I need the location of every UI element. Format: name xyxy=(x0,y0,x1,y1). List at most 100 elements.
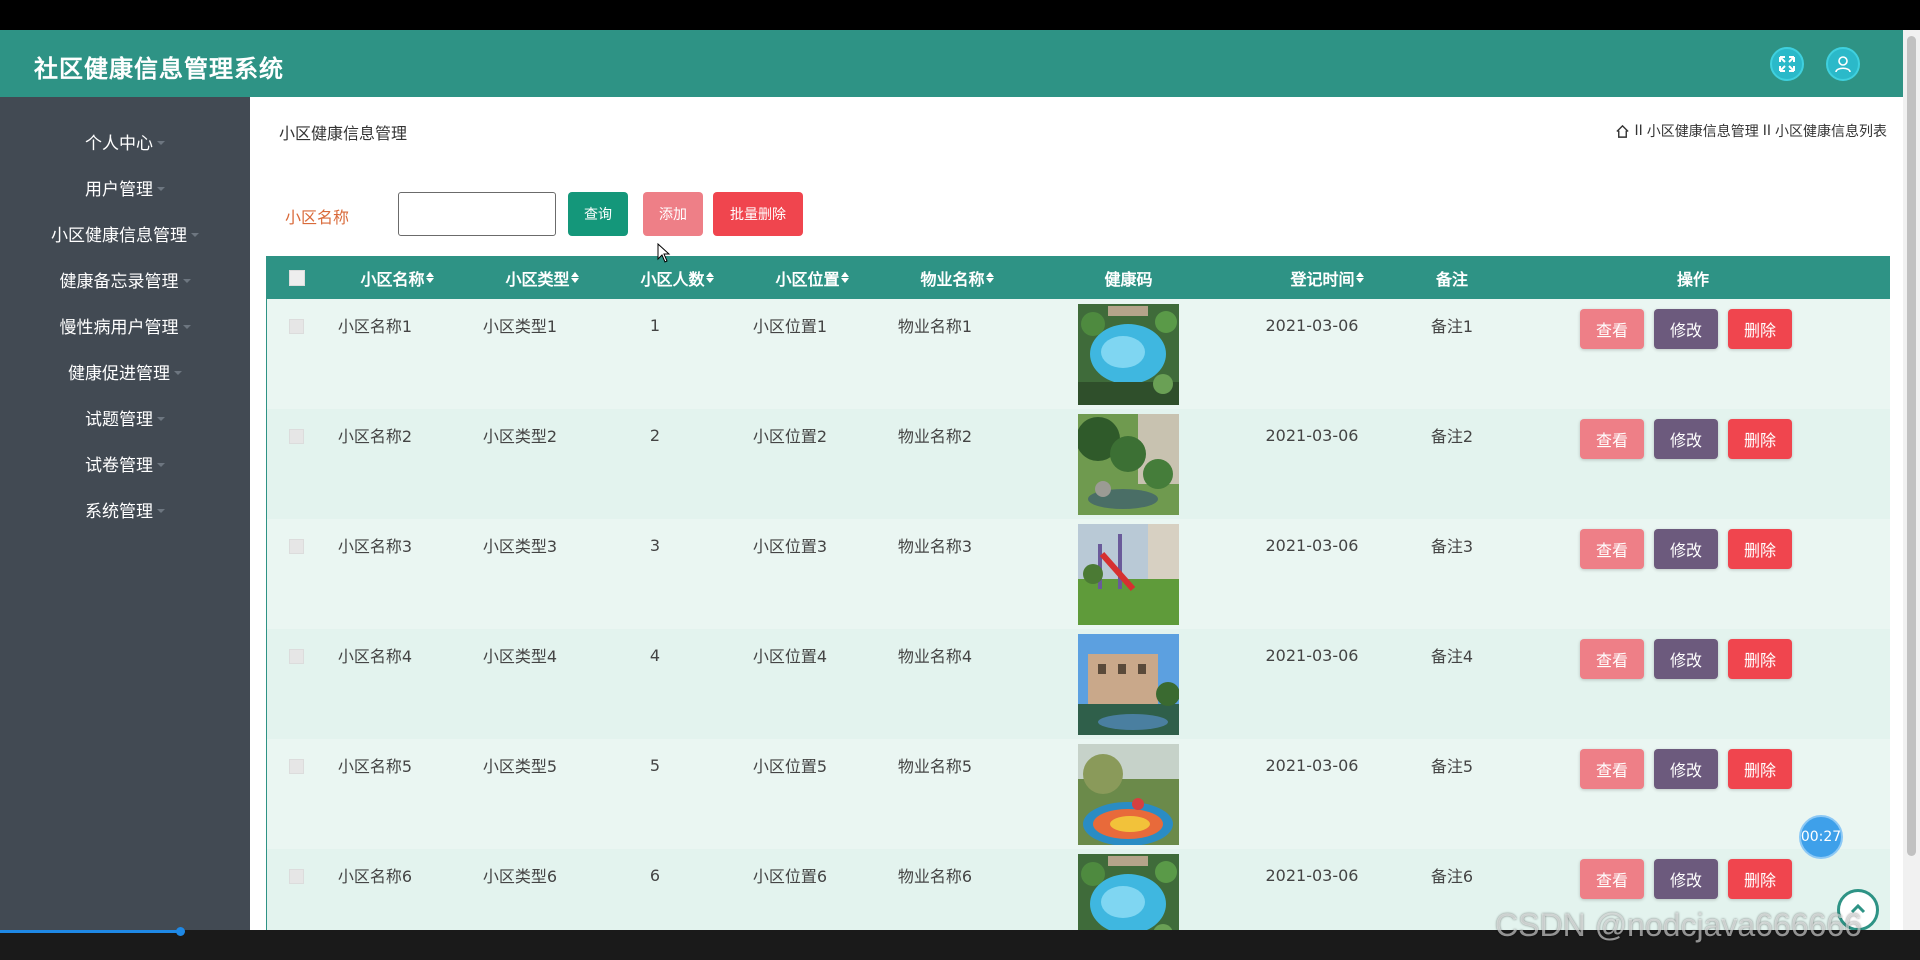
cell-type: 小区类型3 xyxy=(482,537,558,556)
cell-location: 小区位置1 xyxy=(752,317,828,336)
row-checkbox[interactable] xyxy=(289,869,304,884)
column-header-type[interactable]: 小区类型 xyxy=(492,256,592,299)
row-checkbox[interactable] xyxy=(289,539,304,554)
column-header-name[interactable]: 小区名称 xyxy=(347,256,447,299)
column-header-property[interactable]: 物业名称 xyxy=(907,256,1007,299)
edit-button[interactable]: 修改 xyxy=(1654,639,1718,679)
view-button[interactable]: 查看 xyxy=(1580,749,1644,789)
edit-button[interactable]: 修改 xyxy=(1654,309,1718,349)
add-button[interactable]: 添加 xyxy=(643,192,703,236)
sidebar-item-personal-center[interactable]: 个人中心 xyxy=(0,121,250,161)
edit-button[interactable]: 修改 xyxy=(1654,859,1718,899)
cell-count: 4 xyxy=(649,645,661,665)
view-button[interactable]: 查看 xyxy=(1580,639,1644,679)
breadcrumb-separator: II xyxy=(1762,123,1771,139)
cell-date: 2021-03-06 xyxy=(1265,645,1359,665)
sidebar-item-community-health[interactable]: 小区健康信息管理 xyxy=(0,213,250,253)
home-icon[interactable] xyxy=(1615,124,1630,139)
cell-location: 小区位置3 xyxy=(752,537,828,556)
cell-note: 备注4 xyxy=(1430,647,1474,666)
cell-count: 6 xyxy=(649,865,661,885)
fullscreen-icon xyxy=(1779,56,1795,72)
sidebar-item-health-promotion[interactable]: 健康促进管理 xyxy=(0,351,250,391)
batch-delete-button[interactable]: 批量删除 xyxy=(713,192,803,236)
view-button[interactable]: 查看 xyxy=(1580,309,1644,349)
sort-icon xyxy=(1355,272,1364,283)
fullscreen-button[interactable] xyxy=(1770,47,1804,81)
view-button[interactable]: 查看 xyxy=(1580,419,1644,459)
health-code-image[interactable] xyxy=(1078,634,1179,735)
sidebar-item-label: 试题管理 xyxy=(85,409,153,430)
health-code-image[interactable] xyxy=(1078,854,1179,930)
column-header-note: 备注 xyxy=(1435,269,1468,289)
user-menu-button[interactable] xyxy=(1826,47,1860,81)
delete-button[interactable]: 删除 xyxy=(1728,419,1792,459)
health-code-image[interactable] xyxy=(1078,524,1179,625)
sidebar-item-system[interactable]: 系统管理 xyxy=(0,489,250,529)
column-header-date[interactable]: 登记时间 xyxy=(1257,256,1397,299)
delete-button[interactable]: 删除 xyxy=(1728,529,1792,569)
column-header-count[interactable]: 小区人数 xyxy=(627,256,727,299)
delete-button[interactable]: 删除 xyxy=(1728,859,1792,899)
cell-property: 物业名称2 xyxy=(897,427,973,446)
health-code-image[interactable] xyxy=(1078,304,1179,405)
caret-down-icon xyxy=(157,462,165,467)
table-row: 小区名称1 小区类型1 1 小区位置1 物业名称1 2021-03-06 备注1 查看 修改 删除 xyxy=(267,299,1890,409)
app-header: 社区健康信息管理系统 xyxy=(0,30,1903,97)
edit-button[interactable]: 修改 xyxy=(1654,529,1718,569)
cell-type: 小区类型6 xyxy=(482,867,558,886)
sort-icon xyxy=(985,272,994,283)
community-name-search-input[interactable] xyxy=(398,192,556,236)
app-title: 社区健康信息管理系统 xyxy=(34,55,284,83)
delete-button[interactable]: 删除 xyxy=(1728,639,1792,679)
health-code-image[interactable] xyxy=(1078,414,1179,515)
health-code-image[interactable] xyxy=(1078,744,1179,845)
edit-button[interactable]: 修改 xyxy=(1654,419,1718,459)
caret-down-icon xyxy=(174,370,182,375)
sidebar-item-questions[interactable]: 试题管理 xyxy=(0,397,250,437)
query-button[interactable]: 查询 xyxy=(568,192,628,236)
view-button[interactable]: 查看 xyxy=(1580,859,1644,899)
cell-property: 物业名称4 xyxy=(897,647,973,666)
sidebar-item-health-memo[interactable]: 健康备忘录管理 xyxy=(0,259,250,299)
main-content: 小区健康信息管理 II 小区健康信息管理 II 小区健康信息列表 小区名称 查询… xyxy=(250,97,1903,930)
progress-handle[interactable] xyxy=(176,927,185,936)
caret-down-icon xyxy=(157,186,165,191)
edit-button[interactable]: 修改 xyxy=(1654,749,1718,789)
cell-type: 小区类型1 xyxy=(482,317,558,336)
view-button[interactable]: 查看 xyxy=(1580,529,1644,569)
cell-note: 备注1 xyxy=(1430,317,1474,336)
breadcrumb-level1[interactable]: 小区健康信息管理 xyxy=(1647,121,1759,141)
delete-button[interactable]: 删除 xyxy=(1728,749,1792,789)
column-header-location[interactable]: 小区位置 xyxy=(762,256,862,299)
sidebar-item-label: 健康备忘录管理 xyxy=(59,271,179,292)
caret-down-icon xyxy=(182,324,191,329)
cell-location: 小区位置6 xyxy=(752,867,828,886)
cell-type: 小区类型2 xyxy=(482,427,558,446)
cell-name: 小区名称4 xyxy=(337,647,413,666)
row-checkbox[interactable] xyxy=(289,429,304,444)
row-checkbox[interactable] xyxy=(289,759,304,774)
cell-date: 2021-03-06 xyxy=(1265,535,1359,555)
select-all-checkbox[interactable] xyxy=(289,270,305,286)
row-checkbox[interactable] xyxy=(289,649,304,664)
cell-note: 备注2 xyxy=(1430,427,1474,446)
sort-icon xyxy=(840,272,849,283)
progress-fill xyxy=(0,930,180,933)
sidebar-item-label: 健康促进管理 xyxy=(68,363,170,384)
sidebar-item-papers[interactable]: 试卷管理 xyxy=(0,443,250,483)
data-table: 小区名称 小区类型 小区人数 小区位置 物业名称 健康码 登记时间 备注 操作 … xyxy=(266,256,1890,930)
cell-date: 2021-03-06 xyxy=(1265,865,1359,885)
scrollbar-thumb[interactable] xyxy=(1907,36,1916,856)
sidebar-item-chronic-users[interactable]: 慢性病用户管理 xyxy=(0,305,250,345)
row-checkbox[interactable] xyxy=(289,319,304,334)
cell-type: 小区类型5 xyxy=(482,757,558,776)
sidebar-item-users[interactable]: 用户管理 xyxy=(0,167,250,207)
cell-note: 备注3 xyxy=(1430,537,1474,556)
delete-button[interactable]: 删除 xyxy=(1728,309,1792,349)
screen-top-bar xyxy=(0,0,1920,30)
page-scrollbar[interactable] xyxy=(1903,30,1920,930)
cell-name: 小区名称3 xyxy=(337,537,413,556)
mouse-cursor-icon xyxy=(657,243,671,263)
search-label: 小区名称 xyxy=(285,208,350,227)
